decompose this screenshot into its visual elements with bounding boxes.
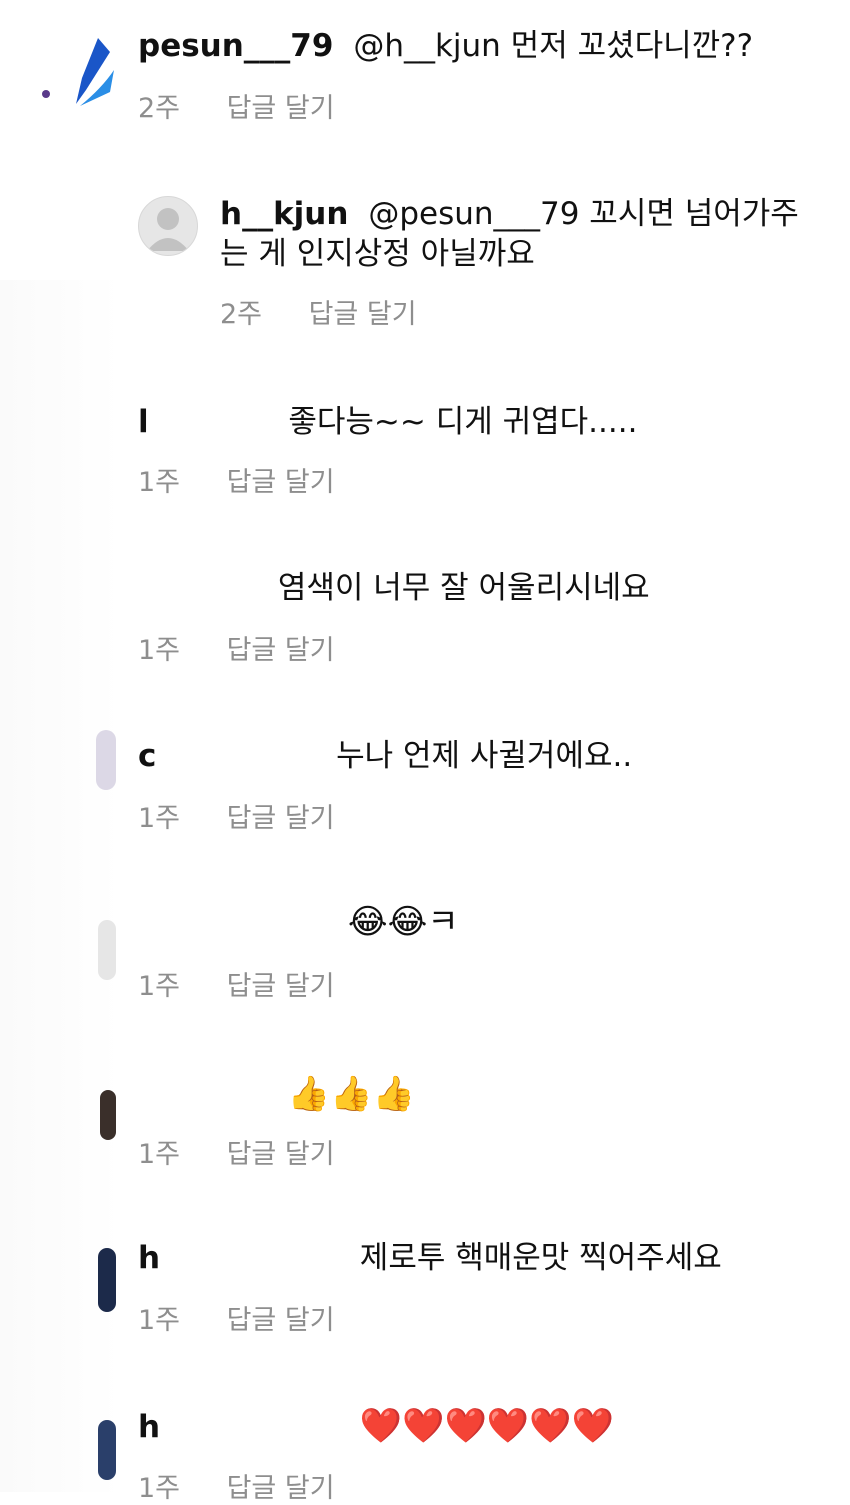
reply-button[interactable]: 답글 달기 [227,803,335,834]
comment-text: pesun___79 @h__kjun 먼저 꼬셨다니깐?? [138,26,753,66]
comment-body: 좋다능~~ 디게 귀엽다..... [288,404,638,440]
reply-button[interactable]: 답글 달기 [227,971,335,1002]
comment-username[interactable]: l [138,404,149,440]
profile-avatar[interactable] [98,1420,116,1480]
comment-meta: 1주 답글 달기 [138,1298,335,1337]
comment-text: 👍👍👍 [138,1074,415,1115]
redacted-username [169,1241,350,1278]
comment-time: 1주 [138,467,181,498]
comment-body: @h__kjun 먼저 꼬셨다니깐?? [353,28,754,64]
reply-button[interactable]: 답글 달기 [227,467,335,498]
profile-avatar[interactable] [98,920,116,980]
reply-button[interactable]: 답글 달기 [227,635,335,666]
comment-text: h 제로투 핵매운맛 찍어주세요 [138,1238,722,1278]
reply-button[interactable]: 답글 달기 [309,299,417,330]
comment-text: 염색이 너무 잘 어울리시네요 [138,568,650,608]
comment-meta: 1주 답글 달기 [138,1132,335,1171]
comment-text: 😂😂ㅋ [138,902,459,943]
comment-body: 누나 언제 사귈거에요.. [336,738,633,774]
comment-time: 1주 [138,803,181,834]
redacted-username [158,405,279,442]
comment-time: 1주 [138,635,181,666]
redacted-username [138,1078,278,1115]
reply-button[interactable]: 답글 달기 [227,1139,335,1170]
redacted-username [169,1410,350,1447]
comment-meta: 1주 답글 달기 [138,964,335,1003]
logo-avatar-icon[interactable] [40,30,120,110]
reply-button[interactable]: 답글 달기 [227,93,335,124]
comment-username[interactable]: c [138,738,156,774]
comment-time: 2주 [138,93,181,124]
comment-body: 😂😂ㅋ [347,902,459,942]
comment-text: c 누나 언제 사귈거에요.. [138,736,632,776]
profile-avatar[interactable] [98,1248,116,1312]
comment-meta: 1주 답글 달기 [138,796,335,835]
comment-time: 1주 [138,971,181,1002]
comment-text: h ❤️❤️❤️❤️❤️❤️ [138,1406,614,1447]
redacted-username [138,906,338,943]
comment-username[interactable]: h__kjun [220,196,348,232]
comment-meta: 1주 답글 달기 [138,628,335,667]
redacted-username [138,571,268,608]
comment-username[interactable]: h [138,1409,160,1445]
comment-time: 1주 [138,1139,181,1170]
comment-username[interactable]: pesun___79 [138,28,333,64]
redacted-username [166,739,327,776]
comment-meta: 2주 답글 달기 [138,86,335,125]
comment-body: 👍👍👍 [287,1074,415,1114]
comment-time: 1주 [138,1473,181,1504]
reply-button[interactable]: 답글 달기 [227,1305,335,1336]
comment-body: ❤️❤️❤️❤️❤️❤️ [359,1406,614,1446]
profile-avatar[interactable] [100,1090,116,1140]
reply-button[interactable]: 답글 달기 [227,1473,335,1504]
comment-meta: 1주 답글 달기 [138,1466,335,1505]
comment-username[interactable]: h [138,1240,160,1276]
profile-avatar[interactable] [96,730,116,790]
default-profile-icon[interactable] [138,196,198,256]
comment-body: 염색이 너무 잘 어울리시네요 [277,570,650,606]
comment-body: 제로투 핵매운맛 찍어주세요 [359,1240,722,1276]
comment-text: l 좋다능~~ 디게 귀엽다..... [138,402,637,442]
comment-meta: 2주 답글 달기 [220,292,417,331]
comment-time: 2주 [220,299,263,330]
comment-meta: 1주 답글 달기 [138,460,335,499]
comment-time: 1주 [138,1305,181,1336]
comment-text: h__kjun @pesun___79 꼬시면 넘어가주는 게 인지상정 아닐까… [220,194,820,274]
